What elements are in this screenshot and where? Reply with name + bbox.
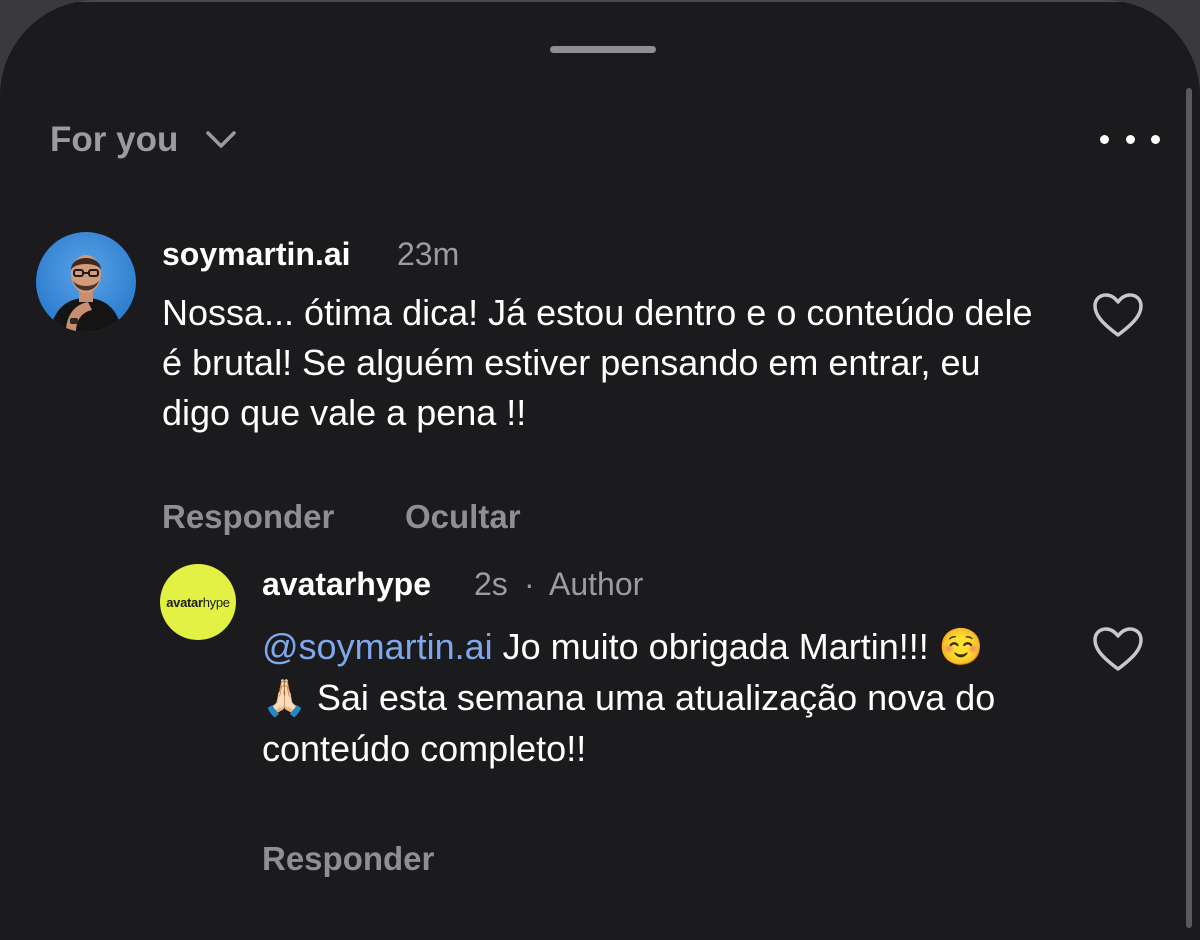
- comment-username[interactable]: soymartin.ai: [162, 236, 351, 273]
- reply-button[interactable]: Responder: [262, 840, 434, 878]
- author-badge: Author: [549, 566, 644, 602]
- scrollbar[interactable]: [1186, 88, 1192, 928]
- meta-separator: ·: [524, 566, 535, 602]
- person-photo: [50, 255, 122, 332]
- reply-text-part: Jo muito obrigada Martin!!!: [492, 626, 939, 667]
- reply-timestamp: 2s: [474, 566, 508, 602]
- comment-timestamp: 23m: [397, 236, 460, 272]
- author-avatar[interactable]: avatarhype: [160, 564, 236, 640]
- more-options-button[interactable]: [1100, 124, 1160, 154]
- folded-hands-emoji: 🙏🏻: [262, 678, 307, 719]
- sheet-top-edge: [0, 0, 1200, 2]
- reply-text: @soymartin.ai Jo muito obrigada Martin!!…: [262, 622, 1022, 774]
- feed-filter-dropdown[interactable]: For you: [50, 116, 238, 164]
- reply-text-part: Sai esta semana uma atualização nova do …: [262, 677, 996, 769]
- drag-handle[interactable]: [550, 46, 656, 53]
- feed-filter-label: For you: [50, 120, 179, 159]
- comments-sheet: For you soymartin.ai 23m Nossa... ótima …: [0, 0, 1200, 940]
- more-dot-icon: [1100, 134, 1109, 144]
- smiling-face-emoji: ☺️: [938, 627, 984, 668]
- comment-text: Nossa... ótima dica! Já estou dentro e o…: [162, 292, 1033, 433]
- reply-button[interactable]: Responder: [162, 498, 334, 536]
- avatar[interactable]: [36, 232, 136, 332]
- more-dot-icon: [1151, 134, 1160, 144]
- reply-username[interactable]: avatarhype: [262, 566, 431, 603]
- avatar-logo: avatarhype: [166, 594, 230, 610]
- mention-link[interactable]: @soymartin.ai: [262, 626, 493, 667]
- heart-outline-icon[interactable]: [1092, 292, 1144, 338]
- more-dot-icon: [1125, 134, 1135, 144]
- chevron-down-icon: [206, 131, 237, 148]
- heart-outline-icon[interactable]: [1092, 626, 1144, 672]
- hide-button[interactable]: Ocultar: [405, 498, 521, 536]
